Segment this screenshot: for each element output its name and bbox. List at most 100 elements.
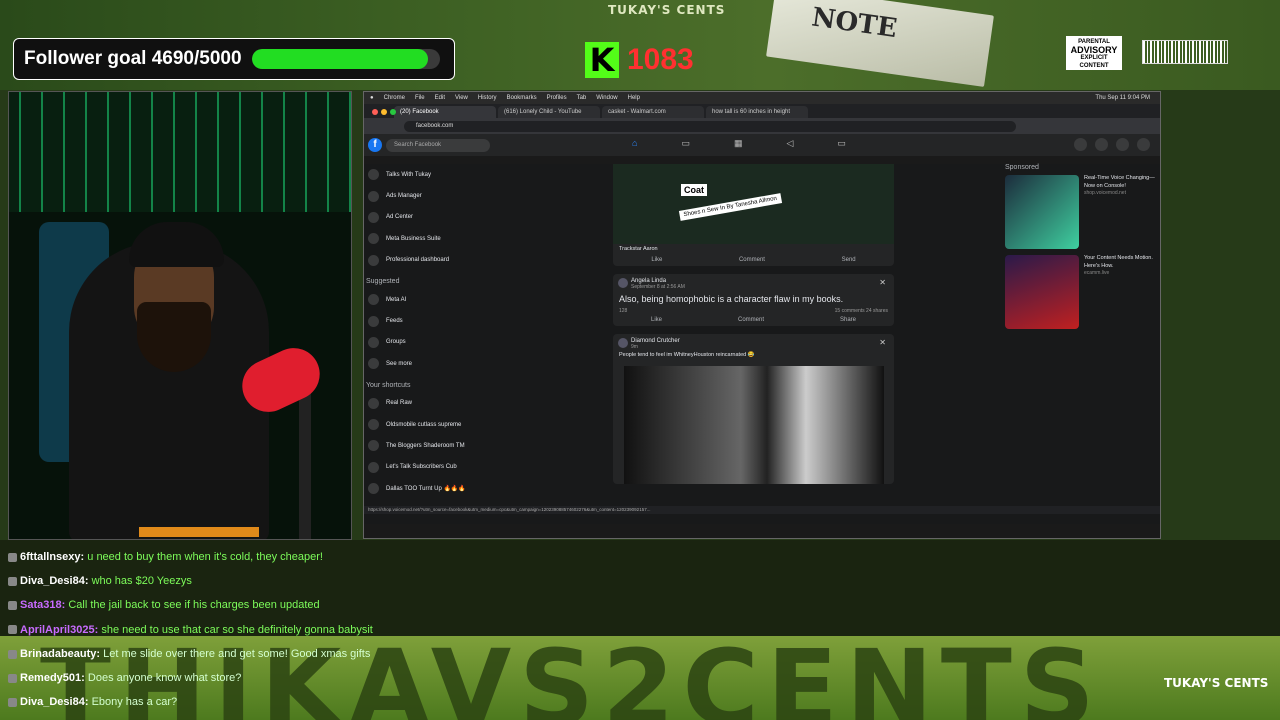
share-button[interactable]: Share — [840, 314, 856, 326]
tab-walmart[interactable]: casket - Walmart.com — [602, 106, 704, 118]
close-icon[interactable]: ✕ — [879, 278, 886, 287]
sidebar-item-ads-manager[interactable]: Ads Manager — [364, 185, 504, 206]
like-button[interactable]: Like — [651, 314, 662, 326]
avatar[interactable] — [618, 338, 628, 348]
chat-username: Diva_Desi84 — [20, 575, 85, 588]
close-window-button[interactable] — [372, 109, 378, 115]
minimize-window-button[interactable] — [381, 109, 387, 115]
ad-ecamm[interactable]: Your Content Needs Motion. Here's How. e… — [1005, 255, 1155, 329]
facebook-nav-icons: ⌂ ▭ ▦ ◁ ▭ — [632, 138, 846, 149]
ad-title: Your Content Needs Motion. Here's How. — [1084, 255, 1153, 269]
menu-grid-icon[interactable] — [1074, 138, 1087, 151]
chat-message: Diva_Desi84: Ebony has a car? — [8, 694, 568, 718]
ad-site: shop.voicemod.net — [1084, 190, 1126, 196]
comment-button[interactable]: Comment — [739, 254, 765, 266]
menu-profiles[interactable]: Profiles — [547, 95, 567, 101]
sidebar-item-groups[interactable]: Groups — [364, 332, 504, 353]
sidebar-item-label: Feeds — [386, 318, 403, 325]
menu-edit[interactable]: Edit — [435, 95, 445, 101]
menu-bookmarks[interactable]: Bookmarks — [507, 95, 537, 101]
shortcut-dallas[interactable]: Dallas TOO Turnt Up 🔥🔥🔥 — [364, 478, 504, 499]
send-button[interactable]: Send — [842, 254, 856, 266]
menu-window[interactable]: Window — [596, 95, 617, 101]
facebook-search-input[interactable]: Search Facebook — [386, 138, 490, 152]
address-bar[interactable]: facebook.com — [404, 120, 1016, 132]
mac-menu-bar: ● Chrome File Edit View History Bookmark… — [364, 92, 1160, 104]
menu-view[interactable]: View — [455, 95, 468, 101]
chat-separator: : — [84, 696, 92, 709]
menu-chrome[interactable]: Chrome — [384, 95, 405, 101]
meta-ai-icon — [368, 294, 379, 306]
advisory-main: ADVISORY — [1070, 45, 1118, 55]
ad-title: Real-Time Voice Changing—Now on Console! — [1084, 175, 1155, 189]
shortcut-thumbnail — [368, 483, 379, 495]
post-date[interactable]: 9m — [631, 344, 888, 350]
maximize-window-button[interactable] — [390, 109, 396, 115]
post-date[interactable]: September 8 at 2:56 AM — [631, 284, 888, 290]
profile-avatar[interactable] — [1137, 138, 1150, 151]
like-button[interactable]: Like — [651, 254, 662, 266]
marketplace-icon[interactable]: ▦ — [734, 138, 743, 149]
tab-facebook[interactable]: (20) Facebook — [394, 106, 496, 118]
kick-logo-icon: K — [585, 42, 619, 78]
ad-voicemod[interactable]: Real-Time Voice Changing—Now on Console!… — [1005, 175, 1155, 249]
menu-tab[interactable]: Tab — [577, 95, 587, 101]
sidebar-item-label: Professional dashboard — [386, 257, 450, 264]
chat-text: Call the jail back to see if his charges… — [68, 599, 320, 612]
ad-thumbnail — [1005, 255, 1079, 329]
shortcut-real-raw[interactable]: Real Raw — [364, 393, 504, 414]
sidebar-item-see-more[interactable]: See more — [364, 353, 504, 374]
menu-history[interactable]: History — [478, 95, 497, 101]
apple-icon[interactable]: ● — [370, 95, 374, 101]
business-suite-icon — [368, 233, 379, 245]
sidebar-item-label: Talks With Tukay — [386, 171, 432, 178]
sidebar-item-meta-ai[interactable]: Meta AI — [364, 289, 504, 310]
chat-message: 6fttallnsexy: u need to buy them when it… — [8, 549, 568, 573]
avatar[interactable] — [618, 278, 628, 288]
messenger-icon[interactable] — [1095, 138, 1108, 151]
chat-badge-icon — [8, 649, 17, 659]
post-image-coat-label: Coat — [681, 184, 707, 196]
menu-bar-clock: Thu Sep 11 9:04 PM — [1095, 95, 1150, 101]
shortcut-subscribers-cub[interactable]: Let's Talk Subscribers Cub — [364, 457, 504, 478]
sidebar-item-feeds[interactable]: Feeds — [364, 310, 504, 331]
gaming-icon[interactable]: ▭ — [837, 138, 846, 149]
webcam-background-lights — [9, 92, 351, 212]
menu-file[interactable]: File — [415, 95, 425, 101]
close-icon[interactable]: ✕ — [879, 338, 886, 347]
notifications-icon[interactable] — [1116, 138, 1129, 151]
sidebar-item-professional-dashboard[interactable]: Professional dashboard — [364, 250, 504, 271]
chat-separator: : — [81, 672, 88, 685]
post-image[interactable]: Coat Shoes n Sew In By Tanesha Allmon — [613, 164, 894, 244]
chat-message: AprilApril3025: she need to use that car… — [8, 622, 568, 646]
comment-button[interactable]: Comment — [738, 314, 764, 326]
shortcut-bloggers[interactable]: The Bloggers Shaderoom TM — [364, 435, 504, 456]
kick-counter: K 1083 — [585, 42, 694, 78]
groups-icon — [368, 336, 379, 348]
sidebar-item-label: Ads Manager — [386, 193, 422, 200]
ads-manager-icon — [368, 190, 379, 202]
ads-icon[interactable]: ◁ — [786, 138, 793, 149]
sidebar-item-ad-center[interactable]: Ad Center — [364, 207, 504, 228]
post-card: Angela Linda September 8 at 2:56 AM ✕ Al… — [613, 274, 894, 326]
chat-message: Sata318: Call the jail back to see if hi… — [8, 597, 568, 621]
facebook-logo-icon[interactable]: f — [368, 138, 382, 152]
sidebar-item-talks-with-tukay[interactable]: Talks With Tukay — [364, 164, 504, 185]
post-tags[interactable]: Trackstar Aaron — [613, 244, 894, 254]
post-text: Also, being homophobic is a character fl… — [619, 294, 844, 304]
menu-help[interactable]: Help — [628, 95, 640, 101]
tab-google[interactable]: how tall is 60 inches in height — [706, 106, 808, 118]
window-controls — [372, 109, 396, 115]
advisory-sub: EXPLICIT CONTENT — [1079, 55, 1109, 69]
shortcut-label: Let's Talk Subscribers Cub — [386, 464, 457, 471]
chat-badge-icon — [8, 552, 17, 562]
shortcut-label: The Bloggers Shaderoom TM — [386, 442, 465, 449]
post-photo[interactable] — [623, 366, 884, 484]
reaction-count[interactable]: 128 — [619, 308, 627, 314]
post-header: Angela Linda September 8 at 2:56 AM — [613, 274, 894, 290]
home-icon[interactable]: ⌂ — [632, 138, 637, 149]
watch-icon[interactable]: ▭ — [681, 138, 690, 149]
tab-youtube[interactable]: (616) Lonely Child - YouTube — [498, 106, 600, 118]
sidebar-item-meta-business-suite[interactable]: Meta Business Suite — [364, 228, 504, 249]
shortcut-oldsmobile[interactable]: Oldsmobile cutlass supreme — [364, 414, 504, 435]
